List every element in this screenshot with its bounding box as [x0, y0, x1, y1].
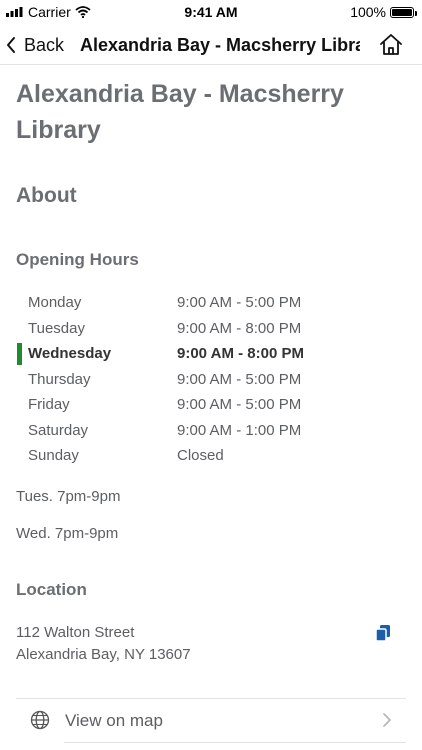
battery-fill — [392, 8, 412, 16]
navigation-bar: Back Alexandria Bay - Macsherry Library — [0, 26, 422, 65]
hours-day: Thursday — [28, 370, 91, 388]
view-on-map-row[interactable]: View on map — [16, 700, 406, 742]
hours-row: Monday 9:00 AM - 5:00 PM — [0, 290, 422, 316]
back-label: Back — [24, 34, 65, 55]
hours-day: Saturday — [28, 421, 89, 439]
nav-title: Alexandria Bay - Macsherry Library — [80, 35, 360, 55]
page-title: Alexandria Bay - Macsherry Library — [16, 80, 344, 144]
opening-hours-heading: Opening Hours — [16, 250, 139, 269]
home-button[interactable] — [378, 32, 404, 58]
hours-row: Friday 9:00 AM - 5:00 PM — [0, 392, 422, 418]
address: 112 Walton Street Alexandria Bay, NY 136… — [16, 622, 191, 666]
back-button[interactable]: Back — [6, 32, 64, 58]
divider — [16, 698, 406, 699]
today-marker — [17, 343, 22, 365]
address-line-1: 112 Walton Street — [16, 624, 135, 641]
hours-row: Saturday 9:00 AM - 1:00 PM — [0, 418, 422, 444]
copy-address-button[interactable] — [374, 624, 392, 642]
hours-note: Wed. 7pm-9pm — [16, 525, 119, 542]
hours-day: Monday — [28, 294, 82, 311]
battery-percent: 100% — [350, 4, 386, 20]
hours-time: 9:00 AM - 5:00 PM — [177, 370, 302, 388]
opening-hours-list: Monday 9:00 AM - 5:00 PM Tuesday 9:00 AM - … — [0, 290, 422, 469]
hours-time: Closed — [177, 447, 224, 464]
battery-icon — [390, 6, 417, 18]
hours-time: 9:00 AM - 5:00 PM — [177, 294, 302, 311]
divider — [64, 742, 406, 743]
hours-row: Sunday Closed — [0, 443, 422, 469]
hours-row: Thursday 9:00 AM - 5:00 PM — [0, 367, 422, 393]
home-icon — [380, 34, 402, 55]
hours-day: Friday — [28, 396, 70, 413]
hours-time: 9:00 AM - 8:00 PM — [177, 319, 302, 337]
hours-row: Wednesday 9:00 AM - 8:00 PM — [0, 341, 422, 367]
hours-day: Wednesday — [28, 345, 112, 362]
address-line-2: Alexandria Bay, NY 13607 — [16, 646, 191, 663]
chevron-left-icon — [7, 37, 15, 53]
location-heading: Location — [16, 580, 87, 599]
hours-time: 9:00 AM - 8:00 PM — [177, 345, 304, 362]
hours-time: 9:00 AM - 1:00 PM — [177, 421, 302, 439]
chevron-right-icon — [383, 713, 391, 727]
hours-note: Tues. 7pm-9pm — [16, 488, 121, 505]
status-right: 100% — [350, 4, 417, 20]
view-on-map-label: View on map — [65, 711, 163, 730]
hours-time: 9:00 AM - 5:00 PM — [177, 396, 302, 413]
hours-day: Sunday — [28, 447, 79, 464]
globe-icon — [30, 710, 50, 730]
battery-nub — [415, 10, 417, 16]
copy-icon — [375, 625, 390, 642]
hours-row: Tuesday 9:00 AM - 8:00 PM — [0, 316, 422, 342]
about-heading: About — [16, 184, 77, 207]
status-bar: Carrier 9:41 AM 100% — [0, 0, 422, 24]
hours-day: Tuesday — [28, 319, 85, 337]
